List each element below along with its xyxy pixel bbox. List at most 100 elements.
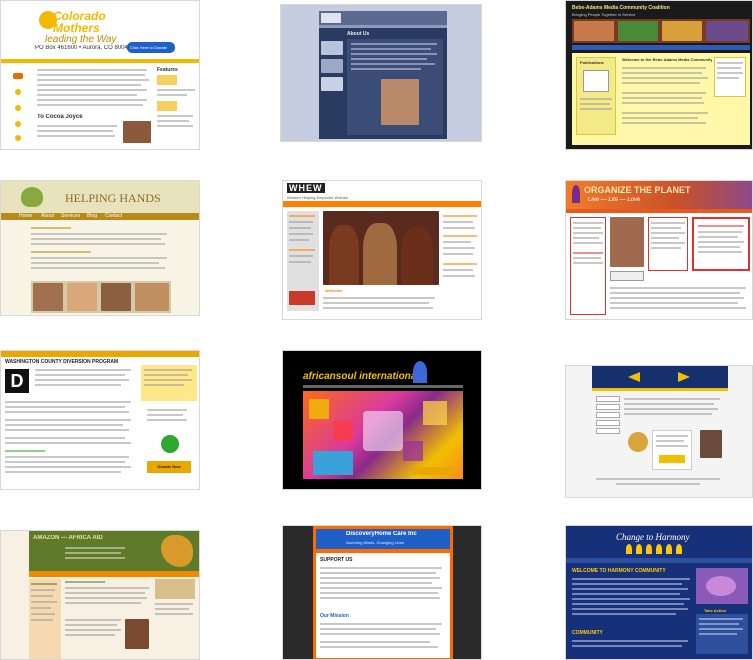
site-subtitle: Bringing People Together in Service — [572, 12, 636, 17]
nav-bar — [29, 571, 199, 577]
nav-icon — [15, 105, 21, 111]
portrait-photo — [610, 217, 644, 267]
content-panel — [347, 39, 443, 135]
thumbnail-bebe-adams[interactable]: Bebe-Adams Media Community Coalition Bri… — [565, 0, 753, 150]
side-box — [714, 57, 746, 97]
site-title: AMAZON — AFRICA AID — [33, 535, 103, 541]
right-sidebar — [443, 211, 479, 311]
map-icon — [161, 535, 193, 567]
highlight-box — [692, 217, 750, 271]
side-column — [157, 75, 197, 141]
accent-bar — [592, 388, 728, 391]
leaf-icon — [21, 187, 43, 207]
welcome-heading: Welcome to the Bebe-Adams Media Communit… — [622, 57, 712, 62]
header-banner: ORGANIZE THE PLANET Live — Life — Love — [566, 181, 752, 209]
tagline: leading the Way — [45, 34, 117, 45]
photo-strip — [572, 19, 750, 43]
feature-box — [648, 217, 688, 271]
donate-button[interactable]: Click Here to Donate — [127, 42, 175, 53]
thumbnail-colorado-mothers[interactable]: Colorado Mothers leading the Way PO Box … — [0, 0, 200, 150]
page-frame: DiscoveryHome Care Inc Nurturing Minds. … — [313, 526, 453, 659]
flower-photo — [696, 568, 748, 604]
nav-icon — [15, 89, 21, 95]
nav-contact[interactable]: Contact — [105, 213, 122, 219]
sidebar-label: Publications — [580, 60, 604, 65]
arrow-icon — [13, 73, 23, 79]
site-subtitle: Nurturing Minds. Changing Lives — [346, 540, 405, 545]
site-subtitle: Women Helping Empower Women — [287, 195, 349, 200]
donate-button[interactable]: Donate Now — [147, 461, 191, 473]
side-heading: Features — [157, 67, 178, 73]
body-text — [31, 225, 171, 277]
side-nav — [5, 71, 33, 143]
tagline: Live — Life — Love — [588, 197, 641, 203]
site-title: Change to Harmony — [616, 532, 690, 542]
side-nav — [596, 396, 620, 436]
mosaic-banner — [303, 391, 463, 479]
site-logo: WHEW — [287, 183, 325, 193]
nav-bar — [316, 549, 450, 553]
footer-text — [596, 476, 724, 490]
page-frame: About Us — [319, 11, 447, 139]
section-text — [37, 123, 117, 143]
venus-icon — [572, 185, 580, 203]
body-text — [323, 295, 439, 315]
thumbnail-discovery-home-care[interactable]: DiscoveryHome Care Inc Nurturing Minds. … — [282, 525, 482, 660]
text-panel — [363, 411, 403, 451]
nav-blog[interactable]: Blog — [87, 213, 97, 219]
thumbnail-grid: Colorado Mothers leading the Way PO Box … — [0, 0, 753, 660]
body-text — [572, 576, 692, 626]
mission-text — [320, 621, 446, 655]
site-title: africansoul international — [303, 371, 420, 382]
logo-line2: Mothers — [53, 21, 100, 35]
side-text — [147, 407, 191, 431]
thumbnail-blue-banner[interactable] — [565, 365, 753, 498]
nav-home[interactable]: Home — [19, 213, 32, 219]
thumbnail-about-us[interactable]: About Us — [280, 4, 482, 142]
badge — [413, 467, 453, 475]
dancer-icon — [413, 361, 427, 383]
site-title: WASHINGTON COUNTY DIVERSION PROGRAM — [5, 359, 119, 365]
body-text — [624, 396, 724, 430]
nav-icon — [15, 135, 21, 141]
thumbnail-africa-aid[interactable]: AMAZON — AFRICA AID — [0, 530, 200, 660]
thumbnail-organize-the-planet[interactable]: ORGANIZE THE PLANET Live — Life — Love — [565, 180, 753, 320]
body-text — [65, 579, 151, 609]
sidebar — [29, 579, 61, 659]
top-bar — [1, 351, 199, 357]
logo-letter: D — [5, 369, 29, 393]
site-title: HELPING HANDS — [65, 191, 161, 205]
thumbnail-washington-county[interactable]: WASHINGTON COUNTY DIVERSION PROGRAM D Do… — [0, 350, 200, 490]
nav-about[interactable]: About — [41, 213, 54, 219]
nav-bar — [572, 45, 750, 50]
page-title: About Us — [347, 31, 370, 37]
site-title: Bebe-Adams Media Community Coalition — [572, 5, 670, 11]
photo — [321, 41, 343, 55]
nav-bar — [566, 558, 752, 563]
section-heading-2: Our Mission — [320, 613, 349, 619]
hero-photo — [323, 211, 439, 285]
portrait-photo — [700, 430, 722, 458]
sidebar-box — [696, 614, 748, 654]
nav-bar: Home About Services Blog Contact — [1, 213, 199, 220]
header-banner — [592, 366, 728, 388]
emblem-icon — [678, 372, 690, 382]
header: AMAZON — AFRICA AID — [29, 531, 199, 571]
header-banner — [319, 11, 447, 25]
nav-services[interactable]: Services — [61, 213, 80, 219]
thumbnail-whew[interactable]: WHEW Women Helping Empower Women Welcome — [282, 180, 482, 320]
people-icons — [626, 544, 690, 554]
thumbnail-africansoul[interactable]: africansoul international — [282, 350, 482, 490]
welcome-heading: WELCOME TO HARMONY COMMUNITY — [572, 568, 666, 574]
button-box[interactable] — [610, 271, 644, 281]
header-bar — [1, 59, 199, 63]
thumbnail-helping-hands[interactable]: HELPING HANDS Home About Services Blog C… — [0, 180, 200, 316]
right-column — [155, 579, 197, 639]
photo-strip — [31, 281, 171, 313]
header: DiscoveryHome Care Inc Nurturing Minds. … — [316, 529, 450, 549]
thumbnail-change-to-harmony[interactable]: Change to Harmony WELCOME TO HARMONY COM… — [565, 525, 753, 660]
child-photo — [125, 619, 149, 649]
site-title: DiscoveryHome Care Inc — [346, 531, 417, 537]
section-heading-1: SUPPORT US — [320, 557, 353, 563]
section-heading: To Cocoa Joyce — [37, 114, 83, 120]
